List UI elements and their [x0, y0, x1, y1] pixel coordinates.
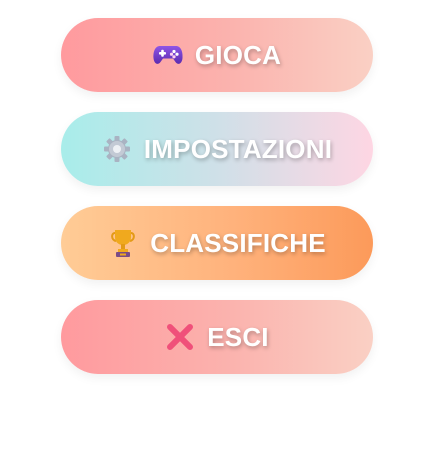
gear-icon: [102, 134, 132, 164]
leaderboard-label: CLASSIFICHE: [150, 227, 326, 258]
settings-button[interactable]: IMPOSTAZIONI: [61, 112, 373, 186]
trophy-icon: [108, 228, 138, 258]
cross-icon: [165, 322, 195, 352]
settings-label: IMPOSTAZIONI: [143, 133, 333, 164]
play-button[interactable]: GIOCA: [61, 18, 373, 92]
gamepad-icon: [153, 40, 183, 70]
play-label: GIOCA: [194, 39, 282, 70]
main-menu: GIOCA IMPOSTAZIONI CLASSIFICHE ESCI: [61, 18, 373, 374]
exit-button[interactable]: ESCI: [61, 300, 373, 374]
leaderboard-button[interactable]: CLASSIFICHE: [61, 206, 373, 280]
exit-label: ESCI: [207, 321, 269, 352]
